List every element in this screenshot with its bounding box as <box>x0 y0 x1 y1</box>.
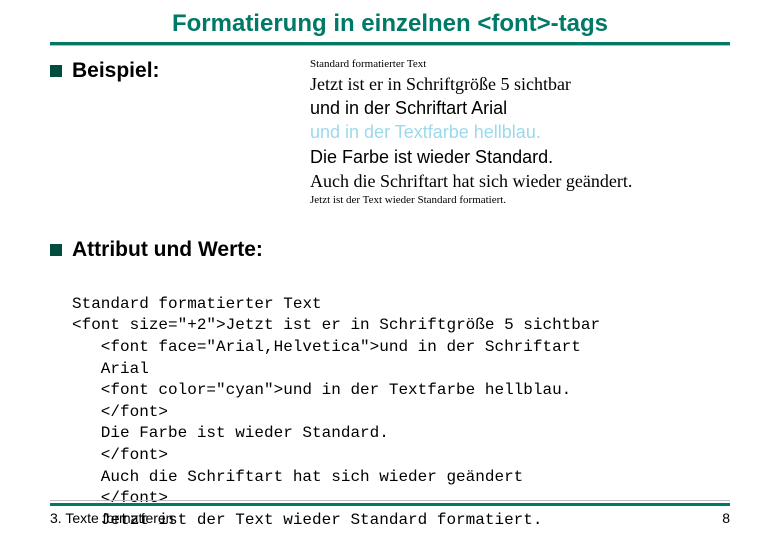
code-line: Die Farbe ist wieder Standard. <box>101 424 389 442</box>
bullet-label: Attribut und Werte: <box>72 238 263 262</box>
code-line: Standard formatierter Text <box>72 295 322 313</box>
example-line: Auch die Schriftart hat sich wieder geän… <box>310 169 730 193</box>
code-line: </font> <box>101 446 168 464</box>
example-line: Die Farbe ist wieder Standard. <box>310 145 730 169</box>
code-block: Standard formatierter Text <font size="+… <box>72 272 730 531</box>
code-line: <font color="cyan">und in der Textfarbe … <box>101 381 571 399</box>
code-line: <font size="+2">Jetzt ist er in Schriftg… <box>72 316 600 334</box>
footer: 3. Texte formatieren 8 <box>50 503 730 526</box>
example-line: Jetzt ist er in Schriftgröße 5 sichtbar <box>310 72 730 96</box>
code-line: <font face="Arial,Helvetica">und in der … <box>101 338 581 356</box>
code-line: </font> <box>101 403 168 421</box>
bullet-attribut: Attribut und Werte: <box>50 238 730 262</box>
title-underline <box>50 42 730 45</box>
footer-text-left: 3. Texte formatieren <box>50 510 173 526</box>
code-line: Arial <box>101 360 149 378</box>
page-number: 8 <box>722 510 730 526</box>
bullet-icon <box>50 65 62 77</box>
example-line: Jetzt ist der Text wieder Standard forma… <box>310 193 730 208</box>
code-line: Auch die Schriftart hat sich wieder geän… <box>101 468 523 486</box>
example-line: und in der Schriftart Arial <box>310 96 730 120</box>
bullet-icon <box>50 244 62 256</box>
slide-title: Formatierung in einzelnen <font>-tags <box>50 0 730 42</box>
bullet-label: Beispiel: <box>72 59 160 83</box>
example-line: und in der Textfarbe hellblau. <box>310 120 730 144</box>
rendered-example: Standard formatierter Text Jetzt ist er … <box>310 57 730 208</box>
example-line: Standard formatierter Text <box>310 57 730 72</box>
